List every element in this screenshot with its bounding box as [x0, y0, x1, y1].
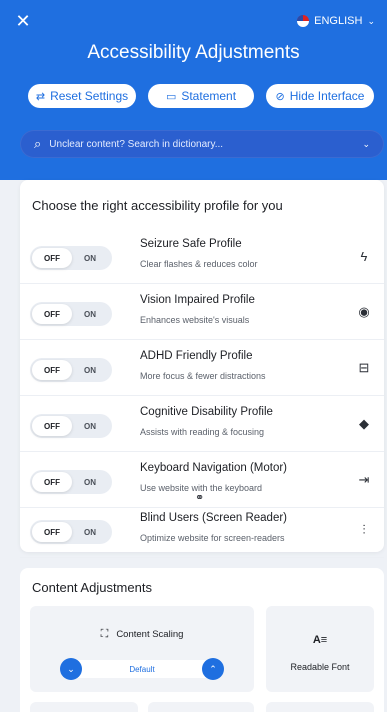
search-icon: ⌕ — [34, 136, 42, 151]
keyboard-navigation-toggle[interactable]: OFF ON — [30, 470, 112, 494]
hide-interface-label: Hide Interface — [289, 89, 365, 103]
hide-interface-button[interactable]: ⊘ Hide Interface — [266, 84, 374, 108]
profile-row-adhd-friendly: OFF ON ADHD Friendly Profile More focus … — [20, 340, 384, 396]
bolt-icon: ϟ — [360, 248, 368, 264]
profile-description: More focus & fewer distractions — [140, 371, 266, 381]
profile-description: Assists with reading & focusing — [140, 427, 265, 437]
dictionary-search[interactable]: ⌕ ⌄ — [20, 130, 384, 158]
reset-icon: ⇄ — [35, 90, 46, 103]
profile-description: Clear flashes & reduces color — [140, 259, 258, 269]
content-scaling-value: Default — [71, 660, 213, 678]
content-scaling-tile: ⛶ Content Scaling Default ⌄ ⌃ — [30, 606, 254, 692]
expand-icon: ⛶ — [100, 628, 109, 640]
chevron-down-icon: ⌄ — [367, 15, 375, 26]
audio-icon: ⫶ — [362, 522, 366, 537]
adhd-friendly-toggle[interactable]: OFF ON — [30, 358, 112, 382]
toggle-off-label: OFF — [32, 416, 72, 436]
profile-name: ADHD Friendly Profile — [140, 350, 253, 362]
content-scaling-header: ⛶ Content Scaling — [30, 628, 254, 641]
profile-name: Keyboard Navigation (Motor) — [140, 462, 288, 474]
profile-name: Vision Impaired Profile — [140, 294, 255, 306]
cognitive-icon: ◆ — [359, 416, 369, 431]
header-panel: ✕ ENGLISH ⌄ Accessibility Adjustments ⇄ … — [0, 0, 387, 180]
profile-name: Blind Users (Screen Reader) — [140, 512, 288, 524]
toggle-on-label: ON — [84, 253, 96, 263]
toggle-off-label: OFF — [32, 304, 72, 324]
readable-font-tile[interactable]: A≡ Readable Font — [266, 606, 374, 692]
readable-font-icon: A≡ — [312, 634, 328, 646]
increase-button[interactable]: ⌃ — [202, 658, 224, 680]
toggle-off-label: OFF — [32, 360, 72, 380]
content-scaling-stepper: Default ⌄ ⌃ — [60, 658, 224, 680]
content-adjustments-title: Content Adjustments — [32, 580, 152, 595]
chevron-up-icon: ⌃ — [209, 663, 217, 674]
hide-icon: ⊘ — [275, 90, 285, 103]
profile-row-seizure-safe: OFF ON Seizure Safe Profile Clear flashe… — [20, 228, 384, 284]
toggle-off-label: OFF — [32, 522, 72, 542]
decrease-button[interactable]: ⌄ — [60, 658, 82, 680]
toggle-on-label: ON — [84, 365, 96, 375]
close-icon: ✕ — [15, 11, 31, 31]
profile-row-vision-impaired: OFF ON Vision Impaired Profile Enhances … — [20, 284, 384, 340]
profile-description: Optimize website for screen-readers — [140, 533, 285, 543]
adjustment-tile[interactable] — [30, 702, 138, 712]
profile-name: Seizure Safe Profile — [140, 238, 242, 250]
toggle-on-label: ON — [84, 309, 96, 319]
profile-name: Cognitive Disability Profile — [140, 406, 273, 418]
reset-settings-label: Reset Settings — [50, 89, 129, 103]
content-scaling-label: Content Scaling — [116, 629, 184, 640]
language-selector[interactable]: ENGLISH ⌄ — [297, 12, 375, 30]
chevron-down-icon: ⌄ — [362, 138, 370, 149]
profile-row-cognitive-disability: OFF ON Cognitive Disability Profile Assi… — [20, 396, 384, 452]
profiles-title: Choose the right accessibility profile f… — [32, 198, 283, 213]
close-button[interactable]: ✕ — [14, 12, 32, 30]
toggle-on-label: ON — [84, 421, 96, 431]
chevron-down-icon: ⌄ — [67, 663, 75, 674]
toggle-on-label: ON — [84, 527, 96, 537]
content-adjustments-card: Content Adjustments ⛶ Content Scaling De… — [20, 568, 384, 712]
focus-icon: ⊟ — [358, 360, 370, 375]
toggle-off-label: OFF — [32, 248, 72, 268]
profile-description: Enhances website's visuals — [140, 315, 250, 325]
statement-icon: ▭ — [165, 90, 177, 103]
adjustment-tile[interactable] — [266, 702, 374, 712]
readable-font-label: Readable Font — [290, 662, 350, 672]
language-label: ENGLISH — [314, 15, 363, 27]
us-flag-icon — [297, 15, 310, 27]
vision-impaired-toggle[interactable]: OFF ON — [30, 302, 112, 326]
seizure-safe-toggle[interactable]: OFF ON — [30, 246, 112, 270]
cognitive-disability-toggle[interactable]: OFF ON — [30, 414, 112, 438]
profiles-card: Choose the right accessibility profile f… — [20, 180, 384, 558]
page-title: Accessibility Adjustments — [87, 42, 300, 63]
link-icon: ⚭ — [195, 492, 205, 504]
keyboard-arrow-icon: ⇥ — [358, 472, 370, 487]
blind-users-toggle[interactable]: OFF ON — [30, 520, 112, 544]
profile-row-blind-users: OFF ON Blind Users (Screen Reader) Optim… — [20, 502, 384, 558]
statement-label: Statement — [181, 89, 237, 103]
adjustment-tile[interactable] — [148, 702, 254, 712]
search-input[interactable] — [49, 138, 363, 150]
toggle-off-label: OFF — [32, 472, 72, 492]
eye-icon: ◉ — [358, 304, 370, 319]
toggle-on-label: ON — [84, 477, 96, 487]
statement-button[interactable]: ▭ Statement — [148, 84, 254, 108]
reset-settings-button[interactable]: ⇄ Reset Settings — [28, 84, 136, 108]
